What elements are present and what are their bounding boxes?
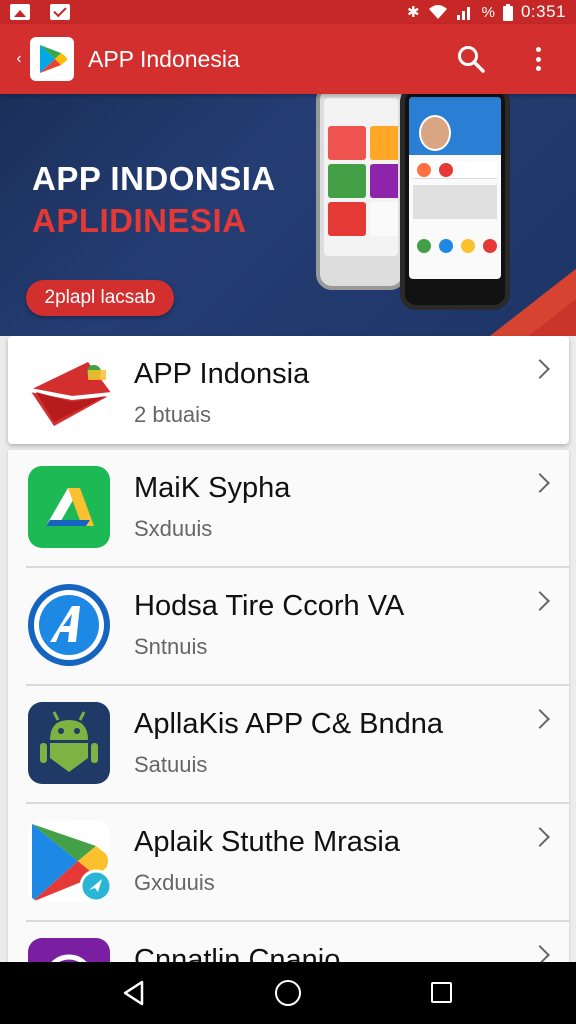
chevron-right-icon (530, 473, 550, 493)
nav-recents-icon[interactable] (431, 982, 452, 1003)
banner-title: APP INDONSIA (32, 160, 276, 197)
chevron-right-icon (530, 827, 550, 847)
chevron-right-icon (530, 359, 550, 379)
bluetooth-icon: ✱ (407, 3, 420, 21)
app-subtitle: Sntnuis (134, 634, 208, 659)
banner-button[interactable]: 2plapl lacsab (26, 280, 174, 316)
play-store-logo[interactable] (30, 37, 74, 81)
list-item[interactable]: Aplaik Stuthe Mrasia Gxduuis (8, 804, 569, 922)
signal-icon (456, 7, 470, 20)
app-list-card: MaiK Sypha Sxduuis Hodsa Tire Ccorh VA S… (8, 450, 569, 1020)
list-item[interactable]: ApllaKis APP C& Bndna Satuuis (8, 686, 569, 804)
red-envelope-icon (26, 350, 116, 432)
green-drive-icon (28, 466, 110, 548)
image-icon (10, 4, 30, 20)
screen: ✱ % 0:351 ‹ APP Indonesia APP INDONSIA A… (0, 0, 576, 1024)
wifi-icon (428, 5, 447, 19)
list-item[interactable]: MaiK Sypha Sxduuis (8, 450, 569, 568)
back-icon[interactable]: ‹ (8, 24, 30, 94)
app-title: Aplaik Stuthe Mrasia (134, 826, 400, 858)
android-icon (28, 702, 110, 784)
featured-title: APP Indonsia (134, 358, 310, 390)
featured-subtitle: 2 btuais (134, 402, 212, 427)
app-title: MaiK Sypha (134, 472, 291, 504)
chevron-right-icon (530, 709, 550, 729)
search-icon[interactable] (456, 44, 486, 74)
app-title: Hodsa Tire Ccorh VA (134, 590, 405, 622)
phone-illustration-front (400, 94, 510, 310)
app-subtitle: Satuuis (134, 752, 208, 777)
play-triangle-icon (40, 45, 67, 73)
clock: 0:351 (520, 2, 566, 21)
banner-subtitle: APLIDINESIA (32, 202, 247, 239)
chevron-right-icon (530, 591, 550, 611)
app-subtitle: Gxduuis (134, 870, 215, 895)
battery-percent: % (481, 3, 495, 21)
nav-home-icon[interactable] (275, 980, 301, 1006)
app-title: ApllaKis APP C& Bndna (134, 708, 443, 740)
nav-back-icon[interactable] (120, 979, 148, 1007)
phone-illustration-back (316, 94, 406, 290)
blue-a-icon (28, 584, 110, 666)
app-title: APP Indonesia (88, 45, 240, 72)
app-subtitle: Sxduuis (134, 516, 213, 541)
nav-bar (0, 962, 576, 1024)
promo-banner[interactable]: APP INDONSIA APLIDINESIA 2plapl lacsab (0, 94, 576, 336)
featured-app-card[interactable]: APP Indonsia 2 btuais (8, 336, 569, 444)
mail-icon (50, 4, 70, 20)
status-bar: ✱ % 0:351 (0, 0, 576, 24)
list-item[interactable]: Hodsa Tire Ccorh VA Sntnuis (8, 568, 569, 686)
battery-icon (502, 3, 513, 21)
more-vert-icon[interactable] (526, 44, 550, 74)
play-triangle-icon (28, 820, 110, 902)
app-bar: ‹ APP Indonesia (0, 24, 576, 94)
